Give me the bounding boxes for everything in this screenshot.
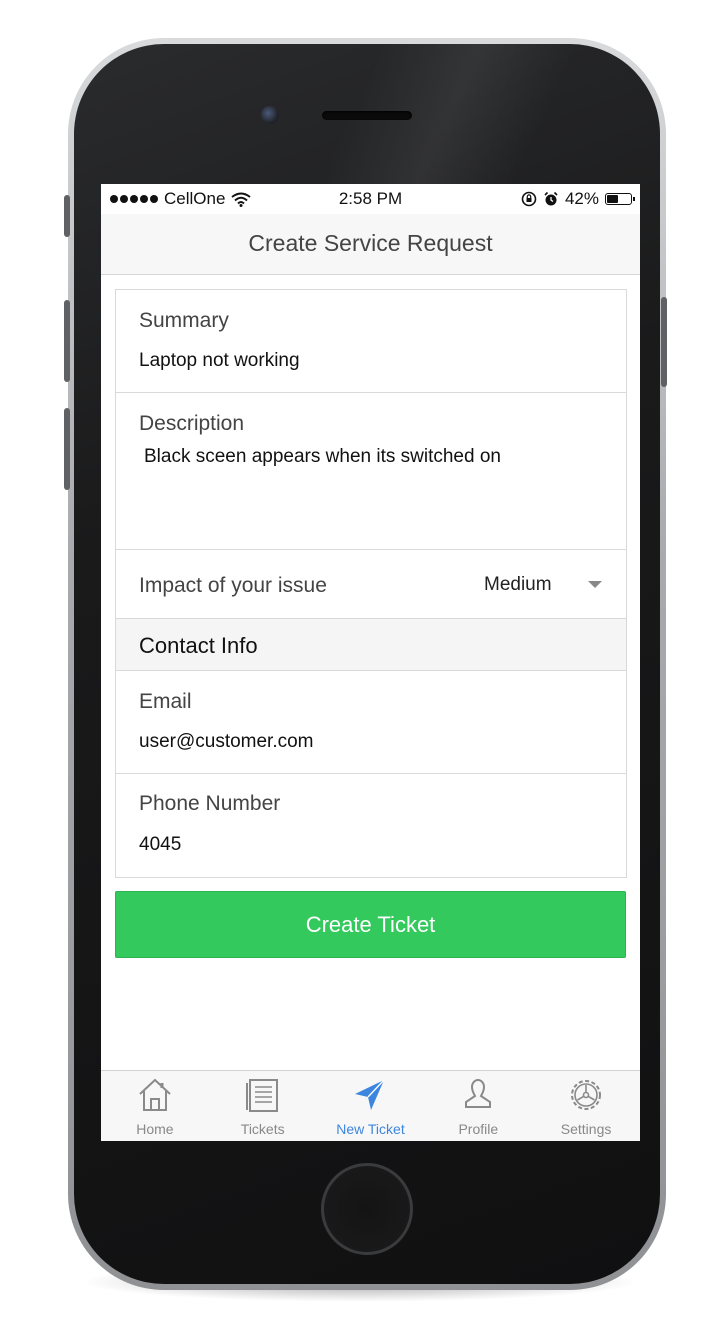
description-field[interactable]: Description Black sceen appears when its… bbox=[116, 393, 626, 550]
volume-down-button bbox=[64, 408, 70, 490]
front-camera bbox=[261, 106, 279, 124]
volume-up-button bbox=[64, 300, 70, 382]
mute-switch bbox=[64, 195, 70, 237]
gear-icon bbox=[571, 1080, 602, 1110]
alarm-icon bbox=[544, 191, 558, 206]
home-button[interactable] bbox=[321, 1163, 413, 1255]
tab-new-ticket-label: New Ticket bbox=[336, 1121, 405, 1137]
service-request-form: Summary Laptop not working Description B… bbox=[115, 289, 627, 878]
navigation-bar: Create Service Request bbox=[101, 214, 640, 275]
contact-info-header: Contact Info bbox=[116, 619, 626, 671]
tab-tickets[interactable]: Tickets bbox=[209, 1071, 317, 1141]
home-icon bbox=[139, 1078, 171, 1111]
profile-icon bbox=[465, 1079, 492, 1108]
dropdown-caret-icon[interactable] bbox=[588, 581, 602, 588]
power-button bbox=[661, 297, 667, 387]
earpiece-speaker bbox=[322, 111, 412, 120]
impact-label: Impact of your issue bbox=[139, 574, 327, 597]
tab-home[interactable]: Home bbox=[101, 1071, 209, 1141]
summary-field[interactable]: Summary Laptop not working bbox=[116, 290, 626, 393]
contact-info-title: Contact Info bbox=[139, 633, 258, 658]
email-label: Email bbox=[139, 690, 192, 713]
tickets-icon bbox=[245, 1079, 278, 1112]
battery-icon bbox=[605, 193, 635, 205]
tab-settings[interactable]: Settings bbox=[532, 1071, 640, 1141]
description-label: Description bbox=[139, 412, 245, 435]
tab-profile[interactable]: Profile bbox=[424, 1071, 532, 1141]
tab-bar: Home Tickets New Ticket Profile Settings bbox=[101, 1070, 640, 1141]
impact-select[interactable]: Impact of your issue Medium bbox=[116, 550, 626, 619]
tab-home-label: Home bbox=[136, 1121, 174, 1137]
impact-selected-value[interactable]: Medium bbox=[484, 574, 552, 596]
phone-input[interactable]: 4045 bbox=[139, 834, 181, 856]
phone-label: Phone Number bbox=[139, 792, 281, 815]
paper-plane-icon bbox=[355, 1079, 385, 1110]
tab-tickets-label: Tickets bbox=[240, 1121, 285, 1137]
summary-label: Summary bbox=[139, 309, 229, 332]
app-screen: CellOne 2:58 PM 42% Create Service Reque… bbox=[101, 184, 640, 1141]
status-bar: CellOne 2:58 PM 42% bbox=[101, 184, 640, 214]
tab-settings-label: Settings bbox=[560, 1121, 612, 1137]
tab-profile-label: Profile bbox=[458, 1121, 499, 1137]
email-input[interactable]: user@customer.com bbox=[139, 731, 314, 753]
email-field[interactable]: Email user@customer.com bbox=[116, 671, 626, 774]
summary-input[interactable]: Laptop not working bbox=[139, 350, 300, 372]
battery-level bbox=[607, 195, 618, 203]
battery-percent: 42% bbox=[564, 189, 599, 208]
description-textarea[interactable]: Black sceen appears when its switched on bbox=[144, 446, 501, 468]
create-ticket-button[interactable]: Create Ticket bbox=[115, 891, 626, 958]
page-title: Create Service Request bbox=[248, 230, 493, 256]
tab-new-ticket[interactable]: New Ticket bbox=[317, 1071, 425, 1141]
status-right: 42% bbox=[521, 189, 635, 209]
rotation-lock-icon bbox=[521, 191, 537, 207]
phone-field[interactable]: Phone Number 4045 bbox=[116, 774, 626, 877]
